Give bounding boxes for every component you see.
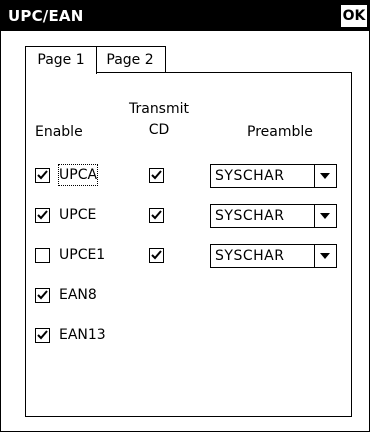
chevron-down-icon[interactable]	[314, 165, 336, 187]
transmit-cd-checkbox-upce1[interactable]	[149, 248, 164, 263]
enable-checkbox-ean13[interactable]	[35, 328, 50, 343]
device-screen: UPC/EAN OK Page 1 Page 2 Enable Transmit…	[0, 0, 370, 432]
symbology-row-ean8: EAN8	[26, 285, 351, 307]
checkmark-icon	[37, 330, 48, 340]
enable-checkbox-ean8[interactable]	[35, 288, 50, 303]
symbology-row-upce1: UPCE1 SYSCHAR	[26, 244, 351, 268]
checkmark-icon	[151, 210, 162, 220]
ok-button[interactable]: OK	[341, 5, 367, 27]
preamble-dropdown-upce[interactable]: SYSCHAR	[210, 204, 337, 228]
transmit-cd-checkbox-upce[interactable]	[149, 208, 164, 223]
preamble-value-upce1: SYSCHAR	[215, 248, 285, 264]
enable-column-header: Enable	[35, 124, 83, 140]
preamble-value-upca: SYSCHAR	[215, 168, 285, 184]
symbology-label-upce1: UPCE1	[59, 247, 106, 263]
preamble-value-upce: SYSCHAR	[215, 208, 285, 224]
transmit-cd-checkbox-upca[interactable]	[149, 168, 164, 183]
transmit-cd-header-line1: Transmit	[128, 101, 189, 117]
tab-panel: Enable Transmit CD Preamble UPCA SYSCHAR…	[25, 72, 352, 417]
symbology-label-upce: UPCE	[59, 207, 97, 223]
chevron-down-icon[interactable]	[314, 205, 336, 227]
chevron-down-icon[interactable]	[314, 245, 336, 267]
enable-checkbox-upce1[interactable]	[35, 248, 50, 263]
enable-checkbox-upca[interactable]	[35, 168, 50, 183]
enable-checkbox-upce[interactable]	[35, 208, 50, 223]
preamble-column-header: Preamble	[247, 124, 313, 140]
transmit-cd-column-header: Transmit CD	[126, 99, 192, 141]
checkmark-icon	[37, 210, 48, 220]
symbology-label-ean8: EAN8	[59, 287, 97, 303]
preamble-dropdown-upca[interactable]: SYSCHAR	[210, 164, 337, 188]
checkmark-icon	[37, 290, 48, 300]
window-title: UPC/EAN	[8, 7, 84, 25]
symbology-row-ean13: EAN13	[26, 325, 351, 347]
symbology-label-upca: UPCA	[57, 164, 99, 186]
preamble-dropdown-upce1[interactable]: SYSCHAR	[210, 244, 337, 268]
symbology-label-ean13: EAN13	[59, 327, 106, 343]
symbology-row-upce: UPCE SYSCHAR	[26, 204, 351, 228]
tab-page-1[interactable]: Page 1	[25, 46, 97, 74]
tab-page-2[interactable]: Page 2	[95, 46, 166, 74]
symbology-row-upca: UPCA SYSCHAR	[26, 164, 351, 188]
transmit-cd-header-line2: CD	[148, 122, 170, 138]
checkmark-icon	[151, 250, 162, 260]
checkmark-icon	[151, 170, 162, 180]
checkmark-icon	[37, 170, 48, 180]
title-bar: UPC/EAN OK	[1, 1, 369, 31]
